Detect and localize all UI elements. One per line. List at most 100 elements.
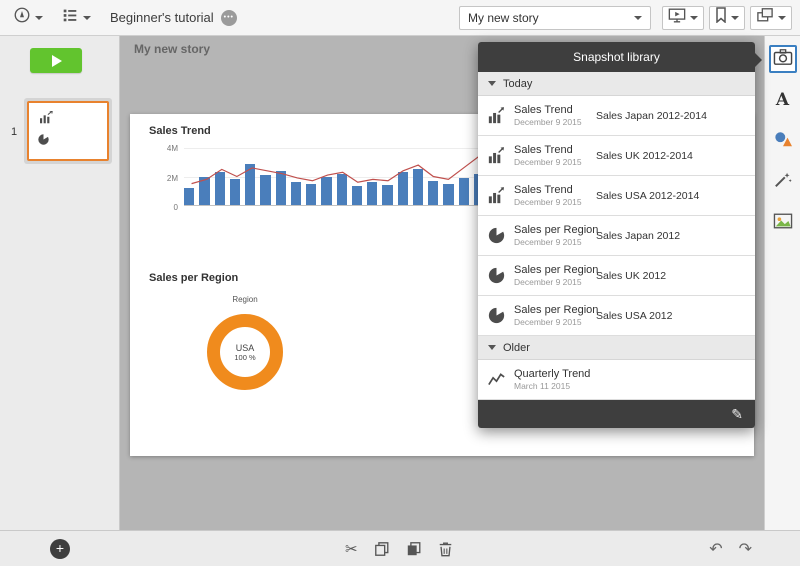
y-axis-tick: 4M <box>166 144 178 153</box>
snapshot-desc: Sales Japan 2012 <box>596 229 681 242</box>
paste-button[interactable] <box>406 541 422 557</box>
snapshot-library-footer: ✎ <box>478 400 755 428</box>
text-tool[interactable]: A <box>769 86 797 114</box>
add-slide-button[interactable]: + <box>50 539 70 559</box>
play-story-button[interactable] <box>662 5 704 30</box>
story-selector[interactable]: My new story <box>459 5 651 30</box>
bar-chart-icon <box>488 107 505 124</box>
story-tools-panel: A <box>764 36 800 530</box>
snapshot-desc: Sales USA 2012 <box>596 309 673 322</box>
section-label: Today <box>503 77 533 90</box>
snapshot-name: Quarterly Trend <box>514 368 591 380</box>
history-group: ↶ ↷ <box>709 531 752 566</box>
chevron-down-icon <box>488 81 496 86</box>
delete-button[interactable] <box>438 541 453 557</box>
slide-thumbnail-selected[interactable] <box>24 98 112 164</box>
list-icon <box>61 6 79 29</box>
snapshot-date: December 9 2015 <box>514 157 582 167</box>
global-menu-button[interactable] <box>8 3 48 32</box>
snapshot-item[interactable]: Sales Trend December 9 2015 Sales UK 201… <box>478 136 755 176</box>
snapshot-item[interactable]: Sales Trend December 9 2015 Sales Japan … <box>478 96 755 136</box>
shapes-tool[interactable] <box>769 127 797 155</box>
snapshot-text: Quarterly Trend March 11 2015 <box>514 368 590 391</box>
snapshot-item[interactable]: Sales Trend December 9 2015 Sales USA 20… <box>478 176 755 216</box>
chevron-down-icon <box>488 345 496 350</box>
text-tool-icon: A <box>775 90 790 110</box>
region-dimension-label: Region <box>232 295 258 304</box>
region-donut-chart[interactable]: USA 100 % <box>207 314 283 390</box>
popup-arrow <box>755 53 762 67</box>
section-header-today[interactable]: Today <box>478 72 755 96</box>
story-name-label: My new story <box>134 42 211 56</box>
chevron-down-icon <box>690 15 698 20</box>
snapshot-item[interactable]: Sales per Region December 9 2015 Sales J… <box>478 216 755 256</box>
pie-chart-icon <box>488 307 505 324</box>
redo-button[interactable]: ↷ <box>739 539 752 559</box>
app-info-toggle[interactable]: ••• <box>220 9 238 26</box>
snapshot-text: Sales per Region December 9 2015 <box>514 304 598 327</box>
snapshot-date: December 9 2015 <box>514 197 582 207</box>
trend-chart-title: Sales Trend <box>149 125 211 137</box>
clipboard-group: ✂ <box>345 531 453 566</box>
shapes-icon <box>773 130 793 153</box>
magic-wand-icon <box>773 171 793 194</box>
snapshot-item[interactable]: Quarterly Trend March 11 2015 <box>478 360 755 400</box>
mini-pie-chart-icon <box>37 133 50 151</box>
snapshot-date: March 11 2015 <box>514 381 571 391</box>
play-story-preview-button[interactable] <box>30 48 82 73</box>
snapshot-desc: Sales UK 2012-2014 <box>596 149 693 162</box>
mini-bar-chart-icon <box>39 110 54 129</box>
snapshot-date: December 9 2015 <box>514 237 582 247</box>
frames-icon <box>756 7 774 28</box>
image-icon <box>773 212 793 235</box>
chevron-down-icon <box>731 15 739 20</box>
snapshot-library-header: Snapshot library <box>478 42 755 72</box>
undo-button[interactable]: ↶ <box>709 539 722 559</box>
chevron-down-icon <box>778 15 786 20</box>
snapshot-desc: Sales Japan 2012-2014 <box>596 109 707 122</box>
camera-icon <box>773 48 793 71</box>
snapshot-item[interactable]: Sales per Region December 9 2015 Sales U… <box>478 296 755 336</box>
snapshot-desc: Sales USA 2012-2014 <box>596 189 700 202</box>
compass-icon <box>13 6 31 29</box>
slides-panel: 1 <box>0 36 120 530</box>
media-tool[interactable] <box>769 209 797 237</box>
snapshot-item[interactable]: Sales per Region December 9 2015 Sales U… <box>478 256 755 296</box>
snapshot-name: Sales Trend <box>514 184 573 196</box>
chevron-down-icon <box>35 15 43 20</box>
donut-category-label: USA <box>235 342 255 353</box>
bar-chart-icon <box>488 187 505 204</box>
top-toolbar: Beginner's tutorial ••• My new story <box>0 0 800 36</box>
y-axis-tick: 2M <box>166 174 178 183</box>
app-title: Beginner's tutorial <box>110 10 214 25</box>
cut-button[interactable]: ✂ <box>345 540 358 558</box>
sheets-button[interactable] <box>750 5 792 30</box>
chevron-down-icon <box>83 15 91 20</box>
monitor-play-icon <box>668 7 686 29</box>
copy-button[interactable] <box>374 541 390 557</box>
slide-thumbnail <box>27 101 109 161</box>
section-label: Older <box>503 341 530 354</box>
chevron-down-icon <box>634 15 642 20</box>
snapshot-text: Sales Trend December 9 2015 <box>514 184 582 207</box>
snapshot-name: Sales per Region <box>514 224 599 236</box>
slide-number: 1 <box>11 126 18 138</box>
bookmarks-button[interactable] <box>709 5 745 30</box>
section-header-older[interactable]: Older <box>478 336 755 360</box>
effects-tool[interactable] <box>769 168 797 196</box>
story-editor-window: Beginner's tutorial ••• My new story 1 M… <box>0 0 800 566</box>
snapshot-date: December 9 2015 <box>514 117 582 127</box>
snapshot-text: Sales Trend December 9 2015 <box>514 144 582 167</box>
pie-chart-icon <box>488 267 505 284</box>
bookmark-icon <box>715 7 727 28</box>
app-navigation-button[interactable] <box>56 3 96 32</box>
snapshot-library-tool[interactable] <box>768 45 797 73</box>
play-icon <box>52 54 62 67</box>
snapshot-text: Sales per Region December 9 2015 <box>514 264 598 287</box>
snapshot-text: Sales per Region December 9 2015 <box>514 224 598 247</box>
line-chart-icon <box>488 371 505 388</box>
snapshot-text: Sales Trend December 9 2015 <box>514 104 582 127</box>
edit-snapshots-button[interactable]: ✎ <box>731 406 743 423</box>
bar-chart-icon <box>488 147 505 164</box>
snapshot-name: Sales per Region <box>514 264 599 276</box>
